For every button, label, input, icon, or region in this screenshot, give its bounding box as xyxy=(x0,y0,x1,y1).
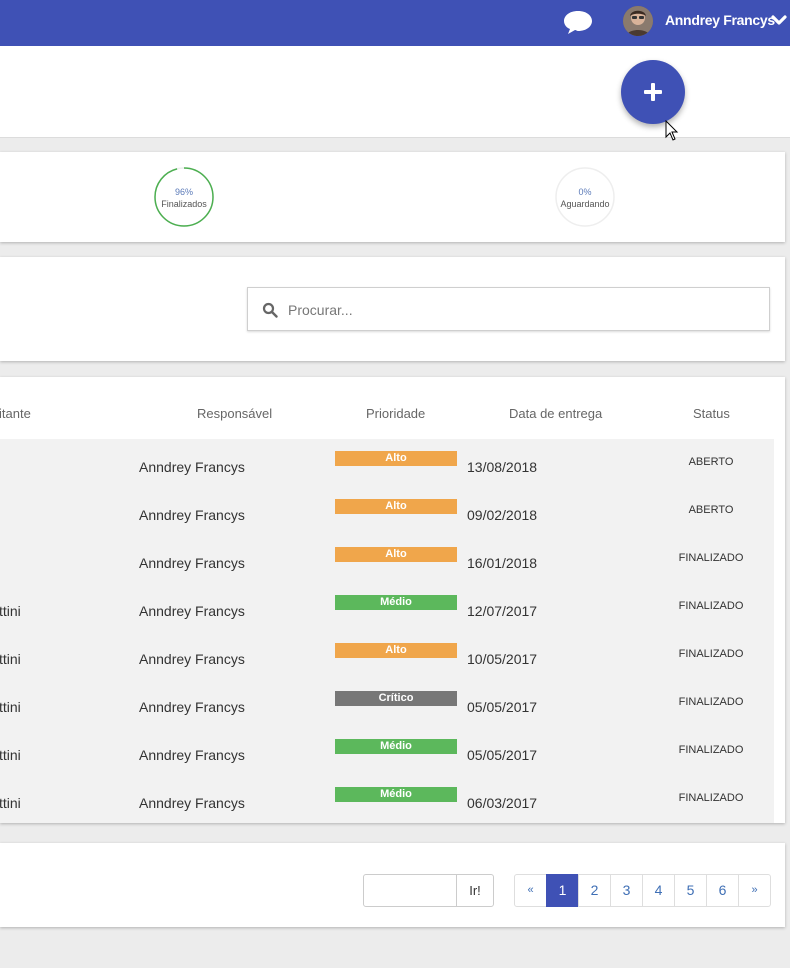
table-row[interactable]: Anndrey Francys Alto 16/01/2018 FINALIZADO xyxy=(0,535,774,583)
page-button[interactable]: 3 xyxy=(610,874,643,907)
priority-badge: Médio xyxy=(335,595,457,610)
priority-badge: Crítico xyxy=(335,691,457,706)
table-row[interactable]: ttini Anndrey Francys Médio 06/03/2017 FINAL… xyxy=(0,775,774,823)
page-button[interactable]: 1 xyxy=(546,874,579,907)
goto-button[interactable]: Ir! xyxy=(457,875,493,906)
cell-responsavel: Anndrey Francys xyxy=(139,651,245,667)
priority-badge: Médio xyxy=(335,787,457,802)
column-header-prioridade[interactable]: Prioridade xyxy=(366,406,425,421)
pagination: « 1 2 3 4 5 6 » xyxy=(514,874,771,907)
cell-responsavel: Anndrey Francys xyxy=(139,699,245,715)
chat-bubble-icon[interactable] xyxy=(562,8,594,36)
page-button[interactable]: 5 xyxy=(674,874,707,907)
page-button[interactable]: 2 xyxy=(578,874,611,907)
cell-data-entrega: 12/07/2017 xyxy=(467,603,538,619)
search-box xyxy=(247,287,770,331)
cell-solicitante: ttini xyxy=(0,603,21,619)
cell-responsavel: Anndrey Francys xyxy=(139,795,245,811)
user-name[interactable]: Anndrey Francys xyxy=(665,12,775,28)
requests-table: itante Responsável Prioridade Data de en… xyxy=(0,377,785,823)
status-label: FINALIZADO xyxy=(678,792,744,804)
status-label: FINALIZADO xyxy=(678,648,744,660)
avatar[interactable] xyxy=(623,6,653,36)
cell-solicitante: ttini xyxy=(0,699,21,715)
status-label: FINALIZADO xyxy=(678,552,744,564)
cell-data-entrega: 10/05/2017 xyxy=(467,651,538,667)
column-header-responsavel[interactable]: Responsável xyxy=(197,406,272,421)
goto-page: Ir! xyxy=(363,874,494,907)
cell-data-entrega: 05/05/2017 xyxy=(467,747,538,763)
stats-card: 96% Finalizados 0% Aguardando xyxy=(0,152,785,242)
search-icon xyxy=(262,302,278,318)
cell-responsavel: Anndrey Francys xyxy=(139,507,245,523)
gauge-label: Finalizados xyxy=(161,199,207,209)
page-button[interactable]: 6 xyxy=(706,874,739,907)
search-card xyxy=(0,257,785,361)
finalizados-gauge: 96% Finalizados xyxy=(154,167,214,227)
top-navbar: Anndrey Francys xyxy=(0,0,790,46)
cell-data-entrega: 16/01/2018 xyxy=(467,555,538,571)
cell-data-entrega: 09/02/2018 xyxy=(467,507,538,523)
cell-responsavel: Anndrey Francys xyxy=(139,747,245,763)
chevron-down-icon[interactable] xyxy=(771,13,787,27)
cell-solicitante: ttini xyxy=(0,651,21,667)
mouse-cursor-icon xyxy=(665,120,679,141)
priority-badge: Médio xyxy=(335,739,457,754)
column-header-solicitante[interactable]: itante xyxy=(0,406,31,421)
status-label: ABERTO xyxy=(688,456,734,468)
status-label: FINALIZADO xyxy=(678,744,744,756)
table-body: Anndrey Francys Alto 13/08/2018 ABERTO Anndr… xyxy=(0,439,774,823)
next-page-button[interactable]: » xyxy=(738,874,771,907)
column-header-status[interactable]: Status xyxy=(693,406,730,421)
priority-badge: Alto xyxy=(335,499,457,514)
column-header-data-entrega[interactable]: Data de entrega xyxy=(509,406,602,421)
gauge-percent: 0% xyxy=(578,187,592,197)
cell-responsavel: Anndrey Francys xyxy=(139,459,245,475)
priority-badge: Alto xyxy=(335,451,457,466)
cell-data-entrega: 06/03/2017 xyxy=(467,795,538,811)
gauge-label: Aguardando xyxy=(560,199,610,209)
status-label: FINALIZADO xyxy=(678,696,744,708)
page-button[interactable]: 4 xyxy=(642,874,675,907)
table-row[interactable]: ttini Anndrey Francys Crítico 05/05/2017 FIN… xyxy=(0,679,774,727)
table-row[interactable]: Anndrey Francys Alto 09/02/2018 ABERTO xyxy=(0,487,774,535)
priority-badge: Alto xyxy=(335,643,457,658)
table-row[interactable]: Anndrey Francys Alto 13/08/2018 ABERTO xyxy=(0,439,774,487)
prev-page-button[interactable]: « xyxy=(514,874,547,907)
cell-data-entrega: 13/08/2018 xyxy=(467,459,538,475)
goto-page-input[interactable] xyxy=(364,875,457,906)
cell-solicitante: ttini xyxy=(0,795,21,811)
table-row[interactable]: ttini Anndrey Francys Médio 12/07/2017 FINAL… xyxy=(0,583,774,631)
status-label: FINALIZADO xyxy=(678,600,744,612)
table-row[interactable]: ttini Anndrey Francys Médio 05/05/2017 FINAL… xyxy=(0,727,774,775)
cell-responsavel: Anndrey Francys xyxy=(139,603,245,619)
add-button[interactable] xyxy=(621,60,685,124)
priority-badge: Alto xyxy=(335,547,457,562)
cell-solicitante: ttini xyxy=(0,747,21,763)
cell-data-entrega: 05/05/2017 xyxy=(467,699,538,715)
gauge-percent: 96% xyxy=(174,187,193,197)
aguardando-gauge: 0% Aguardando xyxy=(555,167,615,227)
cell-responsavel: Anndrey Francys xyxy=(139,555,245,571)
status-label: ABERTO xyxy=(688,504,734,516)
search-input[interactable] xyxy=(288,296,758,324)
table-row[interactable]: ttini Anndrey Francys Alto 10/05/2017 FINALI… xyxy=(0,631,774,679)
pagination-card: Ir! « 1 2 3 4 5 6 » xyxy=(0,843,785,927)
